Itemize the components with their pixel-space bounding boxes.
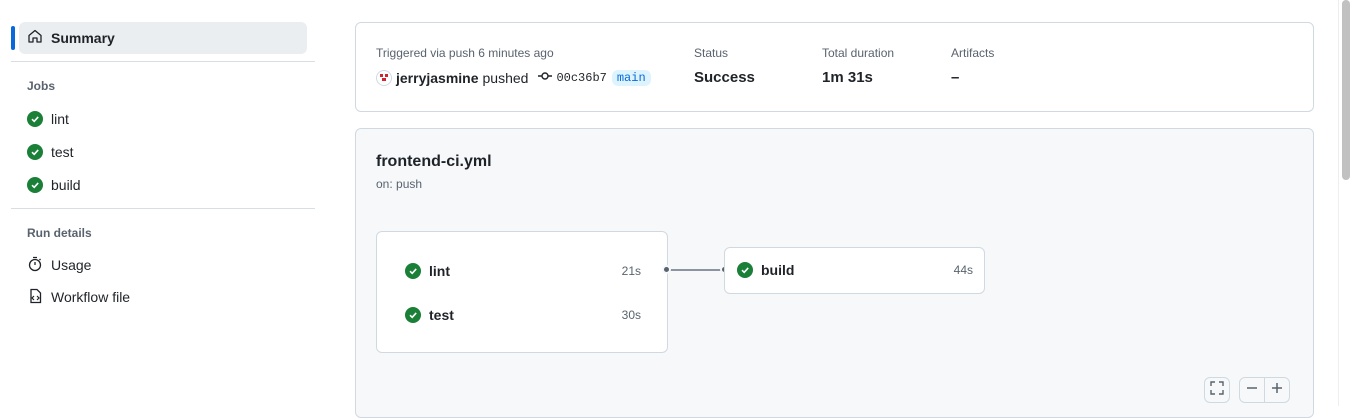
workflow-trigger: on: push (376, 177, 423, 191)
check-circle-icon (737, 262, 753, 278)
zoom-out-button[interactable] (1239, 377, 1265, 403)
job-name: lint (429, 263, 450, 279)
check-circle-icon (405, 307, 421, 323)
sidebar-item-label: test (51, 144, 74, 160)
sidebar-item-workflow-file[interactable]: Workflow file (27, 287, 130, 307)
status-value: Success (694, 69, 755, 86)
sidebar: Summary Jobs lint test build Run details… (0, 0, 325, 406)
sidebar-item-label: lint (51, 111, 69, 127)
trigger-text: Triggered via push 6 minutes ago (376, 46, 554, 60)
job-connector (667, 269, 725, 271)
workflow-file-name[interactable]: frontend-ci.yml (376, 153, 492, 171)
sidebar-item-summary[interactable]: Summary (19, 22, 307, 54)
sidebar-item-job-build[interactable]: build (27, 175, 81, 195)
minus-icon (1246, 381, 1258, 399)
scrollbar-thumb[interactable] (1342, 0, 1350, 180)
file-code-icon (27, 288, 43, 307)
trigger-row: jerryjasmine pushed 00c36b7 main (376, 70, 651, 86)
plus-icon (1271, 381, 1283, 399)
check-circle-icon (27, 177, 43, 193)
job-duration: 44s (953, 263, 973, 277)
zoom-in-button[interactable] (1264, 377, 1290, 403)
sidebar-item-job-lint[interactable]: lint (27, 109, 69, 129)
job-row: build 44s (737, 260, 973, 280)
commit[interactable]: 00c36b7 (538, 71, 607, 85)
run-details-heading: Run details (27, 226, 92, 240)
sidebar-item-job-test[interactable]: test (27, 142, 74, 162)
duration-label: Total duration (822, 46, 895, 60)
job-name: test (429, 307, 454, 323)
sidebar-item-label: build (51, 177, 81, 193)
duration-value: 1m 31s (822, 69, 873, 86)
job-duration: 30s (621, 308, 641, 322)
sidebar-item-label: Summary (51, 30, 115, 46)
job-node-build[interactable]: build 44s (724, 247, 985, 294)
user-link[interactable]: jerryjasmine (396, 70, 479, 86)
git-commit-icon (538, 71, 553, 85)
job-node-test[interactable]: test 30s (405, 305, 641, 325)
workflow-graph: frontend-ci.yml on: push lint 21s test 3… (355, 128, 1314, 418)
connector-dot (662, 265, 671, 274)
branch-badge[interactable]: main (611, 70, 651, 86)
job-group: lint 21s test 30s (376, 231, 668, 353)
avatar[interactable] (376, 70, 392, 86)
run-summary-card: Triggered via push 6 minutes ago jerryja… (355, 22, 1314, 112)
commit-sha[interactable]: 00c36b7 (556, 71, 606, 85)
divider (11, 61, 315, 62)
status-label: Status (694, 46, 729, 60)
stopwatch-icon (27, 256, 43, 275)
home-icon (27, 28, 43, 49)
job-node-lint[interactable]: lint 21s (405, 261, 641, 281)
job-name: build (761, 262, 795, 278)
job-duration: 21s (621, 264, 641, 278)
check-circle-icon (405, 263, 421, 279)
action-text: pushed (482, 70, 529, 86)
divider (11, 208, 315, 209)
sidebar-item-label: Usage (51, 257, 92, 273)
jobs-heading: Jobs (27, 79, 56, 93)
check-circle-icon (27, 111, 43, 127)
artifacts-value: – (951, 69, 960, 86)
artifacts-label: Artifacts (951, 46, 995, 60)
sidebar-item-usage[interactable]: Usage (27, 255, 91, 275)
active-indicator (11, 26, 15, 50)
fullscreen-icon (1210, 380, 1224, 400)
check-circle-icon (27, 144, 43, 160)
sidebar-item-label: Workflow file (51, 289, 131, 305)
fullscreen-button[interactable] (1204, 377, 1230, 403)
